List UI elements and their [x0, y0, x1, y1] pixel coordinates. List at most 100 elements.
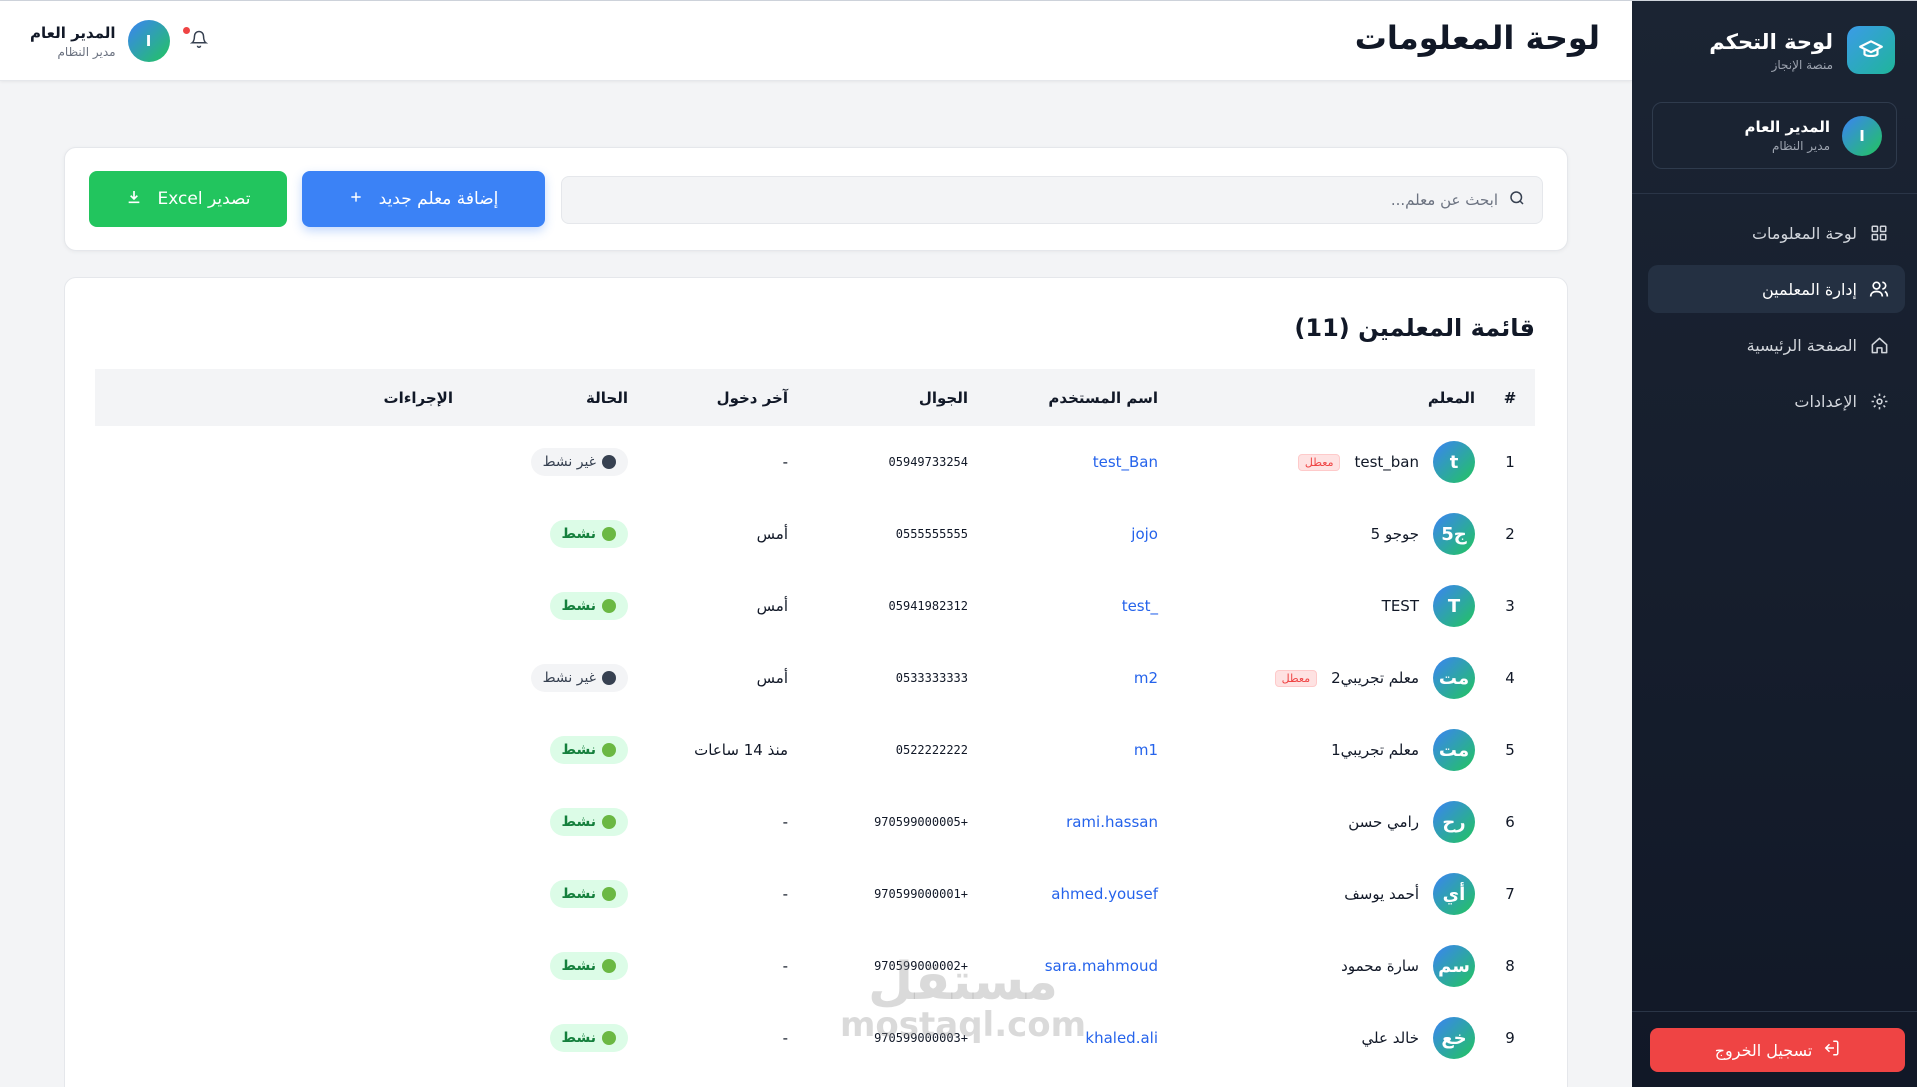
sidebar-profile-card[interactable]: I المدير العام مدير النظام [1652, 102, 1897, 169]
phone-cell: 970599000002+ [874, 959, 968, 973]
row-number: 1 [1505, 453, 1515, 471]
header-user-menu[interactable]: المدير العام مدير النظام I [30, 20, 170, 62]
teachers-list-title: قائمة المعلمين (11) [1294, 314, 1535, 342]
search-input[interactable] [578, 191, 1498, 209]
add-teacher-label: إضافة معلم جديد [378, 189, 499, 209]
phone-cell: 970599000001+ [874, 887, 968, 901]
profile-role: مدير النظام [1771, 139, 1830, 153]
column-header-number: # [1503, 388, 1517, 407]
username-link[interactable]: rami.hassan [978, 786, 1168, 858]
teacher-avatar: خع [1433, 1017, 1475, 1059]
username-link[interactable]: test_Ban [978, 426, 1168, 498]
status-dot-icon [602, 599, 616, 613]
username-link[interactable]: _test [978, 570, 1168, 642]
bell-icon[interactable] [186, 30, 209, 52]
actions-cell [95, 498, 463, 570]
last-login-cell: أمس [756, 597, 788, 615]
status-badge: غير نشط [530, 664, 628, 692]
status-dot-icon [602, 959, 616, 973]
table-row[interactable]: 3 T TEST _test 05941982312 أمس نشط [95, 570, 1535, 642]
sidebar-item-dashboard[interactable]: لوحة المعلومات [1648, 209, 1905, 257]
sidebar-item-label: الإعدادات [1794, 391, 1857, 411]
add-teacher-button[interactable]: إضافة معلم جديد [302, 171, 545, 227]
divider [1632, 1011, 1917, 1012]
status-badge: نشط [549, 880, 628, 908]
brand-title: لوحة التحكم [1709, 30, 1833, 54]
avatar: I [127, 20, 170, 62]
actions-cell [95, 1002, 463, 1074]
actions-cell [95, 858, 463, 930]
phone-cell: 970599000005+ [874, 815, 968, 829]
status-dot-icon [602, 887, 616, 901]
actions-cell [95, 714, 463, 786]
last-login-cell: - [782, 1029, 788, 1047]
username-link[interactable]: m1 [978, 714, 1168, 786]
table-row[interactable]: 7 أي أحمد يوسف ahmed.yousef 970599000001+ - نش… [95, 858, 1535, 930]
table-row[interactable]: 6 رح رامي حسن rami.hassan 970599000005+ - نشط [95, 786, 1535, 858]
export-excel-button[interactable]: تصدير Excel [89, 171, 287, 227]
sidebar-nav: لوحة المعلومات إدارة المعلمين الصفحة الر… [1648, 209, 1905, 433]
table-row[interactable]: 8 سم سارة محمود sara.mahmoud 970599000002+ - ن… [95, 930, 1535, 1002]
username-link[interactable]: m2 [978, 642, 1168, 714]
last-login-cell: منذ 14 ساعات [694, 741, 788, 759]
row-number: 8 [1505, 957, 1515, 975]
divider [1632, 193, 1917, 194]
actions-cell [95, 930, 463, 1002]
row-number: 4 [1505, 669, 1515, 687]
header-user-role: مدير النظام [57, 44, 116, 59]
teacher-cell: t test_ban معطل [1168, 426, 1485, 498]
table-header-row: # المعلم اسم المستخدم الجوال آخر دخول ال… [95, 369, 1535, 426]
users-icon [1869, 279, 1889, 299]
table-row[interactable]: 5 مت معلم تجريبي1 m1 0522222222 منذ 14 ساعات ن… [95, 714, 1535, 786]
table-row[interactable]: 4 مت معلم تجريبي2 معطل m2 0533333333 أمس غير نش… [95, 642, 1535, 714]
status-dot-icon [602, 743, 616, 757]
teacher-cell: أي أحمد يوسف [1168, 858, 1485, 930]
column-header-username: اسم المستخدم [1048, 388, 1158, 407]
logout-button[interactable]: تسجيل الخروج [1650, 1028, 1905, 1072]
row-number: 6 [1505, 813, 1515, 831]
toolbar: إضافة معلم جديد تصدير Excel [64, 147, 1568, 251]
brand-subtitle: منصة الإنجاز [1771, 58, 1833, 72]
status-badge: نشط [549, 808, 628, 836]
teacher-avatar: T [1433, 585, 1475, 627]
plus-icon [349, 189, 363, 209]
row-number: 2 [1505, 525, 1515, 543]
search-icon [1508, 189, 1526, 211]
username-link[interactable]: khaled.ali [978, 1002, 1168, 1074]
phone-cell: 970599000003+ [874, 1031, 968, 1045]
status-cell: غير نشط [463, 642, 638, 714]
sidebar-item-teachers[interactable]: إدارة المعلمين [1648, 265, 1905, 313]
sidebar-item-home[interactable]: الصفحة الرئيسية [1648, 321, 1905, 369]
row-number: 7 [1505, 885, 1515, 903]
sidebar-item-settings[interactable]: الإعدادات [1648, 377, 1905, 425]
teacher-cell: مت معلم تجريبي1 [1168, 714, 1485, 786]
gear-icon [1869, 391, 1889, 411]
table-row[interactable]: 2 ج5 جوجو 5 jojo 0555555555 أمس نشط [95, 498, 1535, 570]
teacher-avatar: أي [1433, 873, 1475, 915]
last-login-cell: - [782, 813, 788, 831]
status-label: غير نشط [542, 454, 596, 470]
last-login-cell: - [782, 885, 788, 903]
status-label: نشط [561, 814, 597, 830]
status-label: نشط [561, 598, 597, 614]
table-row[interactable]: 9 خع خالد علي khaled.ali 970599000003+ - نشط [95, 1002, 1535, 1074]
actions-cell [95, 570, 463, 642]
phone-cell: 05949733254 [888, 455, 968, 469]
status-label: غير نشط [542, 670, 596, 686]
teacher-cell: ج5 جوجو 5 [1168, 498, 1485, 570]
column-header-last-login: آخر دخول [716, 388, 788, 407]
username-link[interactable]: jojo [978, 498, 1168, 570]
status-badge: نشط [549, 592, 628, 620]
actions-cell [95, 426, 463, 498]
status-label: نشط [561, 886, 597, 902]
table-row[interactable]: 1 t test_ban معطل test_Ban 05949733254 - غير نش… [95, 426, 1535, 498]
teachers-card: قائمة المعلمين (11) # المعلم اسم المستخد… [64, 277, 1568, 1087]
status-badge: نشط [549, 952, 628, 980]
username-link[interactable]: ahmed.yousef [978, 858, 1168, 930]
username-link[interactable]: sara.mahmoud [978, 930, 1168, 1002]
status-dot-icon [602, 455, 616, 469]
teacher-cell: T TEST [1168, 570, 1485, 642]
column-header-phone: الجوال [918, 388, 968, 407]
teacher-cell: خع خالد علي [1168, 1002, 1485, 1074]
status-dot-icon [602, 1031, 616, 1045]
